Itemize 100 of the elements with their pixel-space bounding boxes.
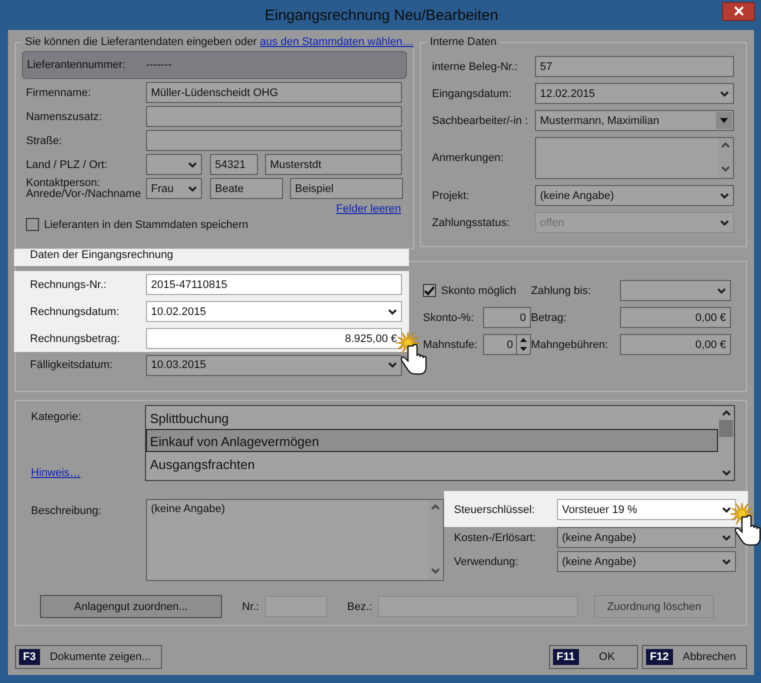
chevron-down-icon: [388, 362, 397, 368]
field-label: Mahnstufe:: [423, 338, 478, 350]
field-label: Sachbearbeiter/-in :: [432, 114, 529, 126]
combo-box[interactable]: Mustermann, Maximilian: [535, 110, 734, 131]
spin-box[interactable]: 0: [483, 334, 531, 355]
field-label: Skonto-%:: [423, 312, 475, 324]
field-label: Nr.:: [242, 600, 260, 612]
list-item[interactable]: Splittbuchung: [146, 406, 718, 429]
field-label: Land / PLZ / Ort:: [25, 158, 108, 170]
field-label: interne Beleg-Nr.:: [432, 60, 519, 72]
field-label: Zahlung bis:: [531, 284, 592, 296]
shortcut-key-badge: F3: [19, 649, 40, 665]
footer-button[interactable]: F12 Abbrechen: [642, 645, 747, 669]
chevron-down-icon: [188, 162, 197, 168]
clear-fields-link[interactable]: Felder leeren: [336, 203, 401, 215]
combo-box[interactable]: 10.03.2015: [146, 354, 402, 376]
field-label: Eingangsdatum:: [432, 88, 512, 100]
list-item[interactable]: Ausgangsfrachten: [146, 452, 718, 475]
window-title: Eingangsrechnung Neu/Bearbeiten: [264, 6, 500, 24]
shortcut-key-badge: F12: [646, 649, 673, 665]
combo-box[interactable]: Frau: [146, 178, 202, 199]
checkbox-label[interactable]: Skonto möglich: [441, 284, 516, 296]
combo-box[interactable]: [620, 280, 731, 301]
field-label: Mahngebühren:: [531, 338, 610, 350]
chevron-up-icon: [431, 504, 440, 510]
field-label: Verwendung:: [454, 556, 520, 568]
text-field[interactable]: [265, 596, 328, 617]
chevron-down-icon: [722, 534, 731, 540]
text-field[interactable]: [146, 106, 402, 127]
chevron-down-icon: [722, 470, 730, 476]
spin-buttons-icon: [516, 335, 530, 354]
chevron-down-icon: [720, 220, 729, 226]
category-list[interactable]: Splittbuchung Einkauf von Anlagevermögen Ausgangsfrachten: [145, 405, 735, 481]
combo-box[interactable]: (keine Angabe): [557, 527, 736, 548]
supplier-number: -------: [146, 59, 172, 71]
field-label: Fälligkeitsdatum:: [30, 359, 114, 371]
chevron-down-icon: [721, 166, 730, 172]
text-field[interactable]: [146, 130, 402, 151]
text-area[interactable]: (keine Angabe): [146, 499, 444, 581]
combo-box[interactable]: (keine Angabe): [557, 551, 736, 572]
text-field[interactable]: Müller-Lüdenscheidt OHG: [146, 82, 402, 103]
checkbox-label[interactable]: Lieferanten in den Stammdaten speichern: [44, 218, 248, 230]
chevron-down-icon: [720, 192, 729, 198]
text-field[interactable]: 54321: [210, 154, 258, 175]
combo-box[interactable]: 12.02.2015: [535, 83, 734, 104]
text-field[interactable]: Beate: [210, 178, 283, 199]
scroll-thumb[interactable]: [719, 420, 733, 437]
footer-button[interactable]: F3 Dokumente zeigen...: [15, 645, 162, 669]
shortcut-key-badge: F11: [552, 649, 579, 665]
close-icon: [734, 6, 744, 16]
field-label: Zahlungsstatus:: [432, 216, 511, 228]
caret-down-icon: [716, 112, 732, 129]
chevron-down-icon: [722, 506, 731, 512]
text-area[interactable]: [535, 137, 734, 179]
field-label: Namenszusatz:: [25, 110, 103, 122]
checkbox[interactable]: [423, 284, 436, 297]
hint-link[interactable]: Hinweis…: [31, 467, 145, 479]
text-field[interactable]: Beispiel: [290, 178, 403, 199]
clear-assignment-button[interactable]: Zuordnung löschen: [594, 595, 714, 618]
field-label: Firmenname:: [25, 86, 92, 98]
combo-box[interactable]: (keine Angabe): [535, 185, 734, 206]
checkbox[interactable]: [26, 218, 39, 231]
text-field[interactable]: [378, 596, 578, 617]
chevron-up-icon: [722, 410, 730, 416]
field-label: Projekt:: [432, 190, 470, 202]
field-label: Rechnungs-Nr.:: [30, 278, 108, 290]
stammdaten-link[interactable]: aus den Stammdaten wählen…: [260, 36, 414, 48]
close-button[interactable]: [722, 2, 755, 20]
field-label: Bez.:: [347, 600, 372, 612]
group-legend: Interne Daten: [430, 36, 497, 48]
combo-box[interactable]: [146, 154, 202, 175]
list-item[interactable]: Einkauf von Anlagevermögen: [146, 429, 718, 452]
chevron-down-icon: [717, 288, 726, 294]
text-field[interactable]: Musterstdt: [265, 154, 402, 175]
field-label: Kategorie:: [31, 411, 82, 423]
footer-button[interactable]: F11 OK: [548, 645, 638, 669]
chevron-down-icon: [388, 308, 397, 314]
text-field[interactable]: 57: [535, 56, 734, 77]
field-label: Kosten-/Erlösart:: [454, 532, 537, 544]
field-label: Rechnungsdatum:: [30, 306, 120, 318]
field-label: Rechnungsbetrag:: [30, 332, 121, 344]
chevron-down-icon: [722, 558, 731, 564]
text-field[interactable]: 0,00 €: [620, 334, 731, 355]
chevron-up-icon: [721, 142, 730, 148]
text-field[interactable]: 0: [483, 307, 531, 328]
field-label: Straße:: [25, 134, 64, 146]
chevron-down-icon: [188, 186, 197, 192]
chevron-down-icon: [431, 568, 440, 574]
chevron-down-icon: [720, 90, 729, 96]
field-label: Beschreibung:: [30, 504, 102, 519]
text-field[interactable]: 0,00 €: [620, 307, 731, 328]
field-label: Steuerschlüssel:: [454, 504, 536, 516]
text-field[interactable]: 2015-47110815: [146, 274, 402, 295]
field-label: Lieferantennummer:: [26, 59, 126, 71]
assign-asset-button[interactable]: Anlagengut zuordnen...: [40, 595, 222, 618]
field-label: Kontaktperson: Anrede/Vor-/Nachname: [25, 178, 142, 200]
group-legend: Daten der Eingangsrechnung: [30, 249, 174, 261]
combo-box[interactable]: 10.02.2015: [146, 301, 402, 322]
group-legend: Sie können die Lieferantendaten eingeben oder: [25, 36, 257, 48]
field-label: Anmerkungen:: [432, 152, 505, 164]
